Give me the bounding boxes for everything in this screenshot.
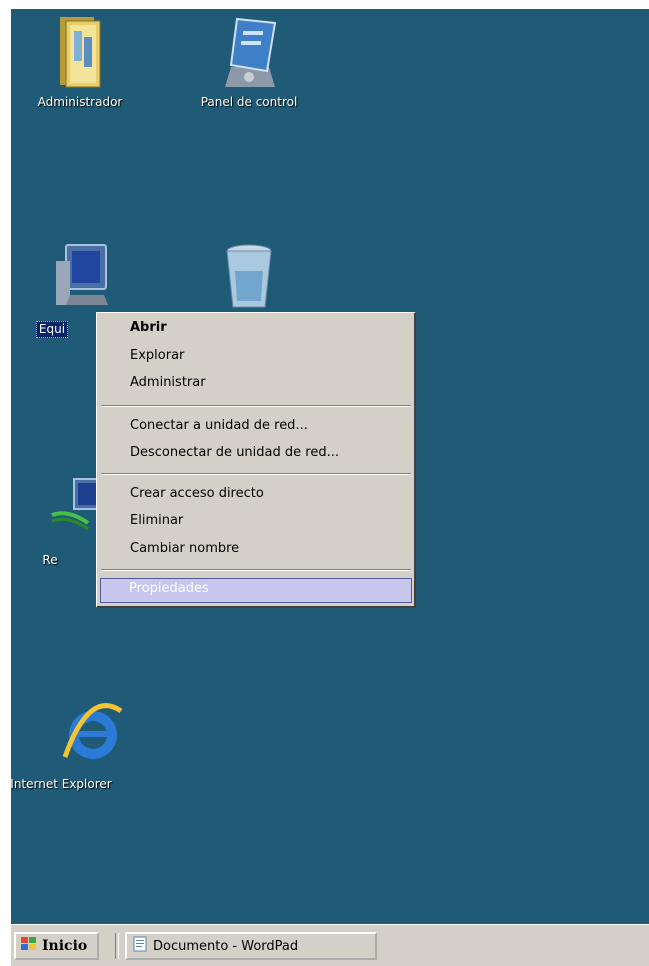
control-panel-icon (217, 13, 281, 87)
desktop-icon-internet-explorer[interactable]: Internet Explorer (10, 699, 161, 792)
desktop-icon-administrador[interactable]: Administrador (25, 13, 135, 110)
icon-label: Panel de control (200, 95, 298, 109)
user-folder-icon (48, 13, 112, 88)
menu-item-eliminar[interactable]: Eliminar (130, 511, 183, 531)
wordpad-icon (133, 936, 147, 956)
context-menu: Abrir Explorar Administrar Conectar a un… (96, 312, 416, 608)
menu-item-crear-acceso-directo[interactable]: Crear acceso directo (130, 484, 264, 504)
internet-explorer-icon (59, 699, 123, 763)
menu-divider (101, 405, 411, 407)
windows-logo-icon (20, 936, 38, 956)
menu-divider (101, 473, 411, 475)
menu-item-conectar-unidad-red[interactable]: Conectar a unidad de red... (130, 416, 308, 436)
taskbar-item-label: Documento - WordPad (153, 938, 299, 954)
desktop-icon-panel-control[interactable]: Panel de control (194, 13, 304, 110)
icon-label: Internet Explorer (10, 777, 112, 791)
menu-item-explorar[interactable]: Explorar (130, 346, 184, 366)
desktop-icon-recycle-bin[interactable] (194, 241, 304, 308)
taskbar-separator (115, 933, 119, 959)
start-label: Inicio (42, 938, 88, 954)
menu-item-label: Propiedades (129, 581, 209, 596)
icon-label: Administrador (37, 95, 123, 109)
computer-icon (48, 241, 112, 305)
menu-item-abrir[interactable]: Abrir (130, 318, 167, 338)
start-button[interactable]: Inicio (14, 932, 99, 960)
icon-label: Re (42, 553, 58, 567)
menu-item-propiedades[interactable]: Propiedades (100, 578, 412, 603)
taskbar-item-wordpad[interactable]: Documento - WordPad (125, 932, 377, 960)
menu-item-cambiar-nombre[interactable]: Cambiar nombre (130, 539, 239, 559)
menu-item-administrar[interactable]: Administrar (130, 373, 206, 393)
icon-label: Equi (35, 321, 69, 338)
recycle-bin-icon (217, 241, 281, 308)
menu-item-desconectar-unidad-red[interactable]: Desconectar de unidad de red... (130, 443, 339, 463)
taskbar: Inicio Documento - WordPad (11, 924, 649, 966)
menu-divider (101, 569, 411, 571)
